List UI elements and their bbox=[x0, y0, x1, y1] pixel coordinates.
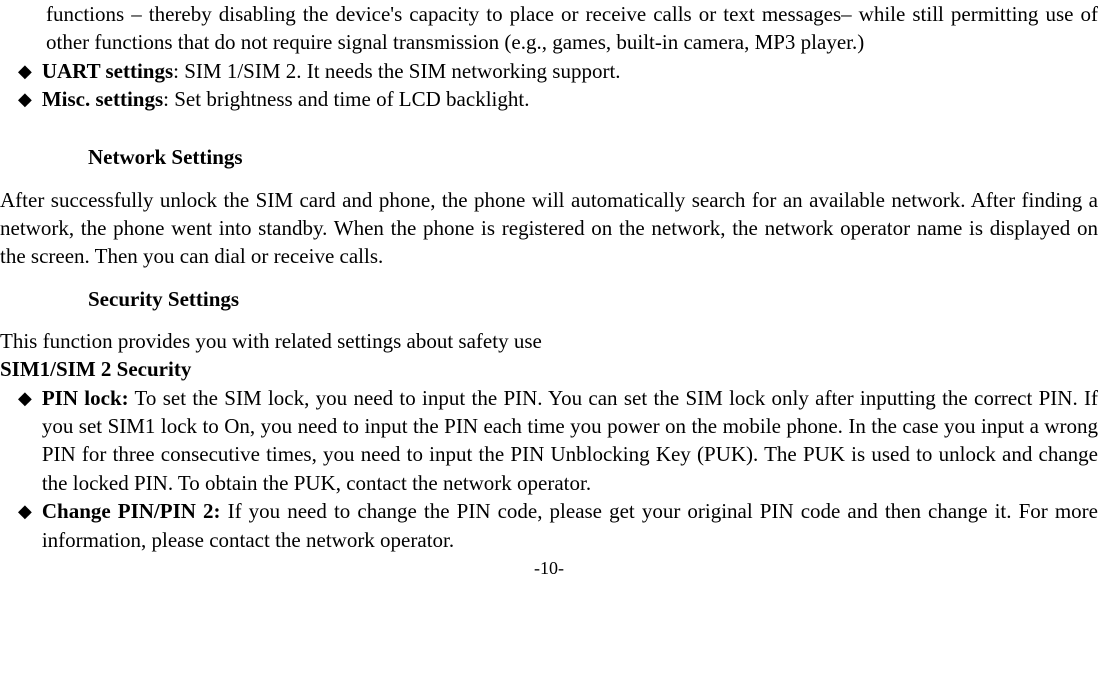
sim-security-subheading: SIM1/SIM 2 Security bbox=[0, 355, 1098, 383]
heading-security-settings: Security Settings bbox=[88, 285, 1098, 313]
diamond-icon: ◆ bbox=[18, 85, 32, 113]
bullet-text: Change PIN/PIN 2: If you need to change … bbox=[42, 497, 1098, 554]
bullet-label: Misc. settings bbox=[42, 87, 163, 111]
bullet-label: UART settings bbox=[42, 59, 173, 83]
bullet-pin-lock: ◆ PIN lock: To set the SIM lock, you nee… bbox=[18, 384, 1098, 497]
bullet-text: PIN lock: To set the SIM lock, you need … bbox=[42, 384, 1098, 497]
security-intro: This function provides you with related … bbox=[0, 327, 1098, 355]
bullet-change-pin: ◆ Change PIN/PIN 2: If you need to chang… bbox=[18, 497, 1098, 554]
bullet-text: UART settings: SIM 1/SIM 2. It needs the… bbox=[42, 57, 1098, 85]
page-number: -10- bbox=[0, 556, 1098, 580]
diamond-icon: ◆ bbox=[18, 384, 32, 412]
bullet-label: PIN lock: bbox=[42, 386, 129, 410]
bullet-misc: ◆ Misc. settings: Set brightness and tim… bbox=[18, 85, 1098, 113]
page-content: functions – thereby disabling the device… bbox=[0, 0, 1098, 580]
bullet-desc: To set the SIM lock, you need to input t… bbox=[42, 386, 1098, 495]
network-settings-paragraph: After successfully unlock the SIM card a… bbox=[0, 186, 1098, 271]
diamond-icon: ◆ bbox=[18, 497, 32, 525]
bullet-text: Misc. settings: Set brightness and time … bbox=[42, 85, 1098, 113]
top-fragment: functions – thereby disabling the device… bbox=[46, 0, 1098, 57]
bullet-label: Change PIN/PIN 2: bbox=[42, 499, 221, 523]
heading-network-settings: Network Settings bbox=[88, 143, 1098, 171]
bullet-uart: ◆ UART settings: SIM 1/SIM 2. It needs t… bbox=[18, 57, 1098, 85]
diamond-icon: ◆ bbox=[18, 57, 32, 85]
bullet-desc: : Set brightness and time of LCD backlig… bbox=[163, 87, 529, 111]
bullet-desc: : SIM 1/SIM 2. It needs the SIM networki… bbox=[173, 59, 620, 83]
